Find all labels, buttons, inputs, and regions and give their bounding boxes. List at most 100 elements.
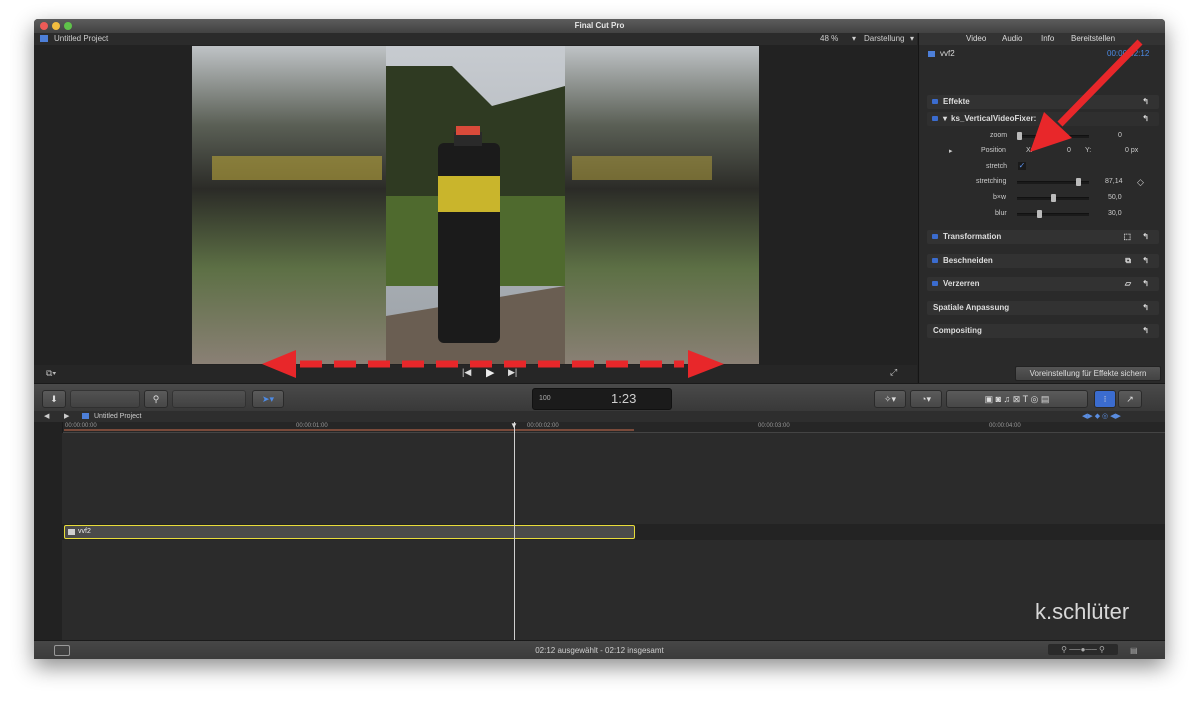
inspector-tabs: Video Audio Info Bereitstellen (919, 33, 1165, 45)
stretch-checkbox[interactable]: ✓ (1018, 162, 1026, 170)
timeline-zoom-slider[interactable]: ⚲ ──●── ⚲ (1048, 644, 1118, 655)
browser-buttons[interactable]: ▣ ◙ ♫ ⊠ T ◎ ▤ (946, 390, 1088, 408)
section-compositing-label: Compositing (933, 326, 982, 335)
distort-reset-icon[interactable]: ↰ (1142, 277, 1149, 291)
section-spatial-label: Spatiale Anpassung (933, 303, 1010, 312)
section-spatial-conform[interactable]: Spatiale Anpassung ↰ (927, 301, 1159, 315)
keyframe-icon[interactable]: ◇ (1137, 177, 1144, 188)
effect-enable-checkbox[interactable] (932, 116, 938, 121)
crop-enable-checkbox[interactable] (932, 258, 938, 263)
fcp-window: Final Cut Pro Untitled Project 48 % ▾ Da… (34, 19, 1165, 659)
tab-share[interactable]: Bereitstellen (1071, 33, 1115, 45)
window-title: Final Cut Pro (574, 21, 625, 30)
zoom-slider[interactable] (1017, 132, 1089, 140)
clip-icon (928, 51, 935, 57)
timeline-view-icons[interactable]: ◀▶ ◆ ◎ ◀▶ (1082, 411, 1121, 422)
timeline-gutter (34, 422, 63, 640)
param-position-y-value[interactable]: 0 px (1125, 147, 1138, 154)
timeline-project-name: Untitled Project (94, 413, 142, 420)
select-tool-button[interactable]: ➤▾ (252, 390, 284, 408)
timeline-ruler[interactable]: 00:00:00:00 00:00:01:00 00:00:02:00 00:0… (34, 422, 1165, 433)
section-transform-label: Transformation (943, 232, 1002, 241)
clip-appearance-icon[interactable]: ▤ (1130, 641, 1138, 659)
viewer-project-name: Untitled Project (54, 34, 109, 43)
reset-icon[interactable]: ↰ (1142, 95, 1149, 109)
section-effects[interactable]: Effekte ↰ (927, 95, 1159, 109)
back-arrow-icon[interactable]: ◀ (44, 411, 49, 422)
video-frame (192, 46, 759, 364)
inspector-clip-time: 00:00:02:12 (1107, 49, 1150, 58)
param-stretching-value[interactable]: 87,14 (1105, 178, 1123, 185)
transform-onscreen-icon[interactable]: ⬚ (1123, 230, 1131, 244)
param-stretch-label: stretch (986, 163, 1008, 170)
clip-filmstrip-icon (68, 529, 75, 535)
param-zoom-value[interactable]: 0 (1118, 132, 1122, 139)
effects-enable-checkbox[interactable] (932, 99, 938, 104)
skip-back-button[interactable]: |◀ (462, 367, 471, 378)
tab-info[interactable]: Info (1041, 33, 1054, 45)
edit-buttons[interactable] (172, 390, 246, 408)
section-crop[interactable]: Beschneiden ⧉ ↰ (927, 254, 1159, 268)
effect-disclosure-icon[interactable]: ▾ (943, 112, 947, 126)
title-bar: Final Cut Pro (34, 19, 1165, 33)
param-blur-value[interactable]: 30,0 (1108, 210, 1122, 217)
tab-video[interactable]: Video (966, 33, 986, 45)
param-position-x-label: X: (1026, 147, 1033, 154)
param-zoom-label: zoom (990, 132, 1008, 139)
watermark: k.schlüter (1035, 599, 1130, 624)
param-position-x-value[interactable]: 0 (1067, 147, 1071, 154)
status-bar: 02:12 ausgewählt - 02:12 insgesamt ⚲ ──●… (34, 640, 1165, 659)
section-compositing[interactable]: Compositing ↰ (927, 324, 1159, 338)
timeline-clip[interactable]: vvf2 (64, 525, 635, 539)
inspector: Video Audio Info Bereitstellen vvf2 00:0… (918, 33, 1165, 383)
param-stretching-label: stretching (976, 178, 1007, 185)
share-button[interactable]: ↗ (1118, 390, 1142, 408)
zoom-level[interactable]: 48 % (820, 33, 838, 45)
stretching-slider[interactable] (1017, 178, 1089, 186)
forward-arrow-icon[interactable]: ▶ (64, 411, 69, 422)
zoom-window-button[interactable] (64, 22, 72, 30)
save-preset-button[interactable]: Voreinstellung für Effekte sichern (1015, 366, 1161, 381)
playhead-marker-icon[interactable]: ▼ (510, 421, 518, 430)
section-distort[interactable]: Verzerren ▱ ↰ (927, 277, 1159, 291)
section-crop-label: Beschneiden (943, 256, 993, 265)
primary-storyline: vvf2 (62, 524, 1165, 540)
crop-reset-icon[interactable]: ↰ (1142, 254, 1149, 268)
minimize-window-button[interactable] (52, 22, 60, 30)
view-menu-chevron-icon[interactable]: ▾ (910, 33, 914, 45)
ruler-tick-1: 00:00:01:00 (296, 423, 328, 429)
compositing-reset-icon[interactable]: ↰ (1142, 324, 1149, 338)
section-transform[interactable]: Transformation ⬚ ↰ (927, 230, 1159, 244)
distort-enable-checkbox[interactable] (932, 281, 938, 286)
playhead[interactable] (514, 422, 515, 640)
crop-tool-icon[interactable]: ⧉▾ (46, 368, 56, 379)
retime-button[interactable]: ◔▾ (910, 390, 942, 408)
position-disclosure-icon[interactable]: ▸ (949, 147, 953, 155)
event-library-toggle-icon[interactable] (54, 645, 70, 656)
play-button[interactable]: ▶ (486, 366, 494, 379)
view-menu[interactable]: Darstellung (864, 33, 904, 45)
ruler-tick-0: 00:00:00:00 (65, 423, 97, 429)
keyword-button[interactable]: ⚲ (144, 390, 168, 408)
skip-forward-button[interactable]: ▶| (508, 367, 517, 378)
tab-audio[interactable]: Audio (1002, 33, 1022, 45)
dashboard-timecode[interactable]: 100 1:23 (532, 388, 672, 410)
blur-slider[interactable] (1017, 210, 1089, 218)
close-window-button[interactable] (40, 22, 48, 30)
effect-header[interactable]: ▾ ks_VerticalVideoFixer: ↰ (927, 112, 1159, 126)
fullscreen-icon[interactable]: ⤢ (890, 367, 897, 378)
crop-onscreen-icon[interactable]: ⧉ (1125, 254, 1131, 268)
inspector-toggle-button[interactable]: ⁝ (1094, 390, 1116, 408)
bxw-slider[interactable] (1017, 194, 1089, 202)
distort-onscreen-icon[interactable]: ▱ (1125, 277, 1131, 291)
zoom-dropdown-icon[interactable]: ▾ (852, 33, 856, 45)
param-position-label: Position (981, 147, 1006, 154)
spatial-reset-icon[interactable]: ↰ (1142, 301, 1149, 315)
import-button[interactable]: ⬇ (42, 390, 66, 408)
library-buttons[interactable] (70, 390, 140, 408)
param-bxw-value[interactable]: 50,0 (1108, 194, 1122, 201)
transform-enable-checkbox[interactable] (932, 234, 938, 239)
transform-reset-icon[interactable]: ↰ (1142, 230, 1149, 244)
effect-reset-icon[interactable]: ↰ (1142, 112, 1149, 126)
enhance-button[interactable]: ✧▾ (874, 390, 906, 408)
